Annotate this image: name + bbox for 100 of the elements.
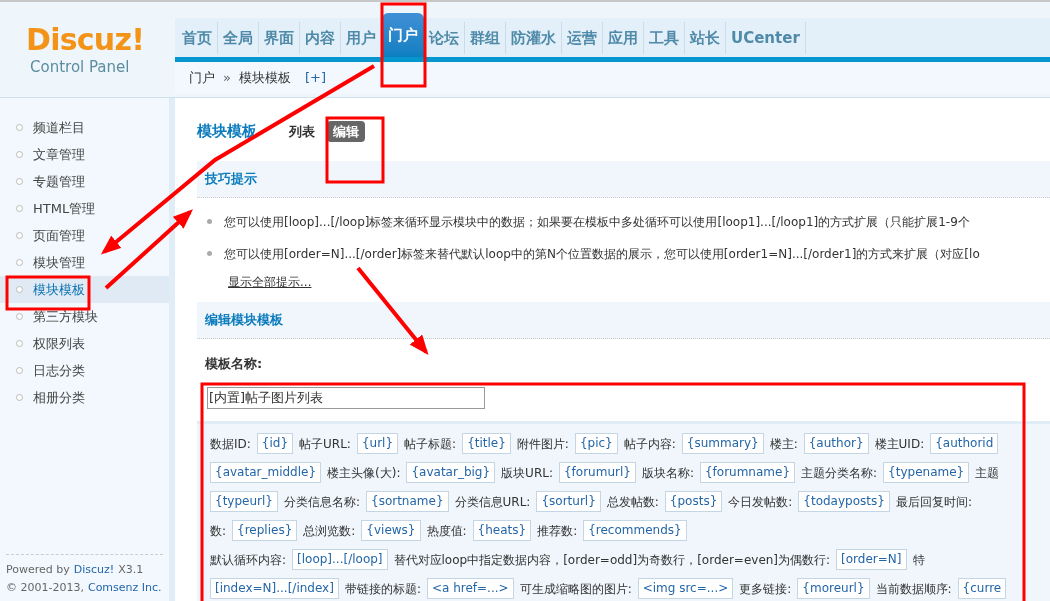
- tag-label: 主题分类名称:: [801, 464, 878, 482]
- nav-tab[interactable]: 首页: [177, 22, 218, 54]
- breadcrumb-item: 门户: [189, 69, 215, 88]
- logo-subtitle: Control Panel: [29, 57, 130, 78]
- sidebar-label: 专题管理: [33, 172, 85, 191]
- template-tag[interactable]: {heats}: [472, 520, 532, 541]
- nav-tab[interactable]: 论坛: [424, 22, 465, 54]
- template-tag[interactable]: {todayposts}: [798, 491, 890, 512]
- bullet-icon: [16, 124, 23, 131]
- template-tag[interactable]: {forumurl}: [558, 462, 636, 483]
- template-tag[interactable]: {authorid: [930, 433, 999, 454]
- tag-label: 楼主UID:: [874, 435, 925, 453]
- template-tag[interactable]: [order=N]: [836, 549, 907, 570]
- company-link[interactable]: Comsenz Inc.: [87, 579, 162, 597]
- sidebar-item[interactable]: 日志分类: [0, 357, 169, 384]
- template-name-field[interactable]: [内置]帖子图片列表: [207, 387, 485, 409]
- template-tag[interactable]: {url}: [356, 433, 399, 454]
- template-tag[interactable]: {typeurl}: [210, 491, 278, 512]
- sidebar-item[interactable]: 文章管理: [0, 141, 169, 168]
- nav-tab[interactable]: UCenter: [726, 22, 806, 54]
- bullet-icon: [207, 219, 212, 225]
- template-tag[interactable]: <img src=...>: [637, 578, 734, 599]
- bullet-icon: [16, 151, 23, 158]
- tag-label: 更多链接:: [739, 580, 792, 598]
- bullet-icon: [16, 313, 23, 320]
- nav-tab[interactable]: 运营: [562, 22, 603, 54]
- nav-tab[interactable]: 群组: [465, 22, 506, 54]
- sidebar-label: 权限列表: [33, 334, 85, 353]
- template-tag[interactable]: {id}: [256, 433, 294, 454]
- template-tag[interactable]: {forumname}: [699, 462, 796, 483]
- template-tag[interactable]: {author}: [803, 433, 869, 454]
- product-link[interactable]: Discuz!: [73, 561, 115, 579]
- section-title: 技巧提示: [205, 170, 257, 188]
- tag-label: 帖子内容:: [623, 435, 676, 453]
- template-tag[interactable]: [index=N]...[/index]: [210, 578, 339, 599]
- tag-label: 特: [912, 551, 925, 569]
- bullet-icon: [16, 232, 23, 239]
- template-tag[interactable]: {sortname}: [366, 491, 449, 512]
- template-tag[interactable]: {title}: [462, 433, 511, 454]
- nav-tab[interactable]: 全局: [218, 22, 259, 54]
- template-tag[interactable]: <a href=...>: [426, 578, 514, 599]
- tag-label: 楼主:: [769, 435, 798, 453]
- template-tag[interactable]: {avatar_middle}: [210, 462, 322, 483]
- nav-tab[interactable]: 用户: [341, 22, 382, 54]
- template-tag[interactable]: {posts}: [664, 491, 723, 512]
- tag-label: 最后回复时间:: [895, 493, 972, 511]
- bullet-icon: [16, 394, 23, 401]
- tag-label: 版块名称:: [641, 464, 694, 482]
- sidebar-label: 页面管理: [33, 226, 85, 245]
- nav-tab[interactable]: 防灌水: [506, 22, 562, 54]
- sidebar-item[interactable]: 第三方模块: [0, 303, 169, 330]
- tag-label: 数据ID:: [210, 435, 251, 453]
- tag-label: 默认循环内容:: [210, 551, 287, 569]
- sidebar-item[interactable]: 频道栏目: [0, 114, 169, 141]
- sidebar-item[interactable]: 相册分类: [0, 384, 169, 411]
- nav-tab[interactable]: 工具: [644, 22, 685, 54]
- template-tag[interactable]: {summary}: [681, 433, 764, 454]
- tab[interactable]: 列表: [289, 121, 315, 142]
- tag-label: 可生成缩略图的图片:: [519, 580, 632, 598]
- add-link[interactable]: [+]: [304, 68, 326, 88]
- template-tag[interactable]: [loop]...[/loop]: [292, 549, 388, 570]
- sidebar-item[interactable]: 权限列表: [0, 330, 169, 357]
- tag-label: 总浏览数:: [303, 522, 356, 540]
- tag-label: 版块URL:: [501, 464, 553, 482]
- bullet-icon: [16, 178, 23, 185]
- sidebar-label: 模块模板: [33, 280, 85, 299]
- tag-label: 总发帖数:: [606, 493, 659, 511]
- sidebar-item[interactable]: 模块管理: [0, 249, 169, 276]
- sidebar-item[interactable]: 页面管理: [0, 222, 169, 249]
- template-tag[interactable]: {avatar_big}: [406, 462, 496, 483]
- sidebar-item[interactable]: 专题管理: [0, 168, 169, 195]
- show-all-link[interactable]: 显示全部提示...: [228, 269, 312, 294]
- template-tag[interactable]: {curre: [957, 578, 1007, 599]
- template-tag[interactable]: {pic}: [574, 433, 618, 454]
- template-tag[interactable]: {replies}: [232, 520, 298, 541]
- sidebar-label: 相册分类: [33, 388, 85, 407]
- template-tag[interactable]: {typename}: [883, 462, 970, 483]
- template-tag[interactable]: {sorturl}: [536, 491, 601, 512]
- nav-tab[interactable]: 门户: [382, 13, 424, 57]
- section-title: 编辑模块模板: [205, 311, 283, 330]
- sidebar-label: 模块管理: [33, 253, 85, 272]
- version-text: X3.1: [118, 562, 144, 578]
- template-tag[interactable]: {recommends}: [583, 520, 687, 541]
- nav-tab[interactable]: 内容: [300, 22, 341, 54]
- tag-label: 替代对应loop中指定数据内容，[order=odd]为奇数行，[order=even]为偶数行:: [393, 551, 831, 569]
- nav-tab[interactable]: 站长: [685, 22, 726, 54]
- footer-text: Powered by: [6, 562, 70, 578]
- logo-title: Discuz!: [26, 24, 145, 56]
- tag-label: 附件图片:: [516, 435, 569, 453]
- nav-tab[interactable]: 应用: [603, 22, 644, 54]
- breadcrumb-separator: »: [223, 69, 231, 88]
- tag-label: 主题: [975, 464, 1000, 482]
- tip-text: 您可以使用[order=N]...[/order]标签来替代默认loop中的第N个位置数据的展示，您可以使用[order1=N]...[/order1]的方式来扩展（对应[lo: [224, 245, 980, 263]
- template-tag[interactable]: {moreurl}: [797, 578, 870, 599]
- tag-label: 分类信息URL:: [454, 493, 531, 511]
- sidebar-label: HTML管理: [33, 199, 96, 218]
- tab[interactable]: 编辑: [327, 120, 365, 143]
- template-tag[interactable]: {views}: [361, 520, 421, 541]
- nav-tab[interactable]: 界面: [259, 22, 300, 54]
- sidebar-item[interactable]: HTML管理: [0, 195, 169, 222]
